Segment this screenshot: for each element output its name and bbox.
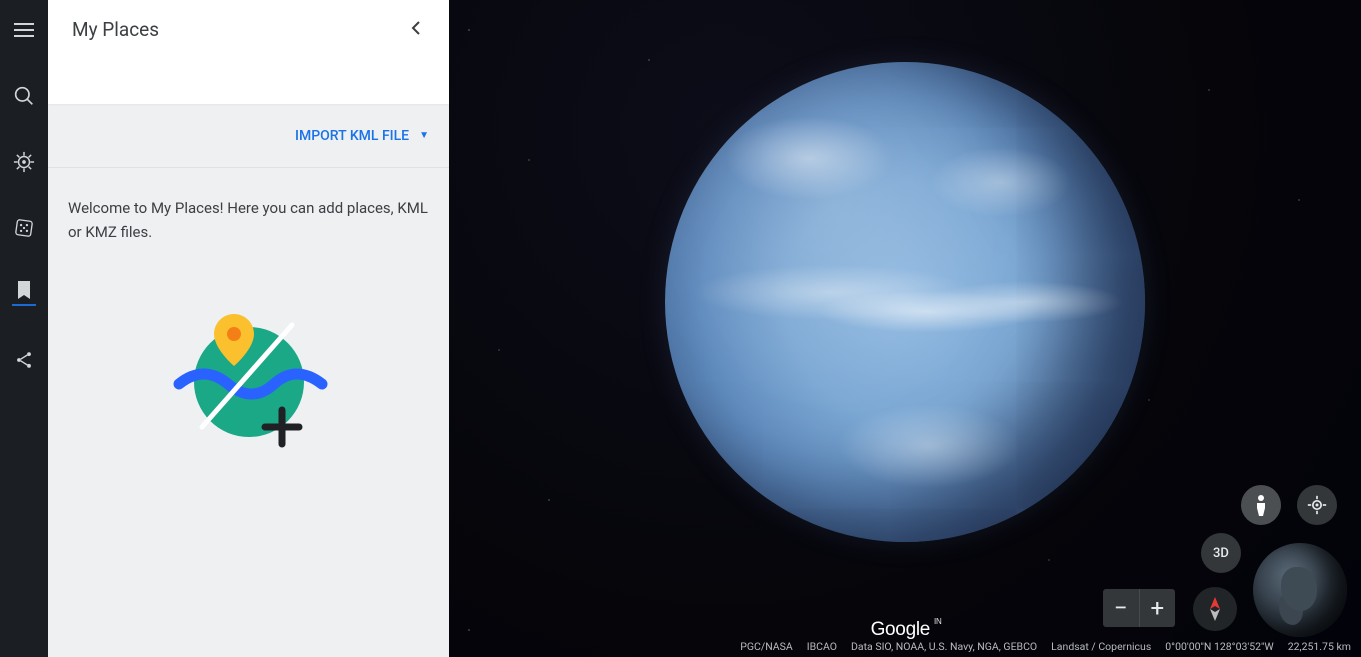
voyager-wheel-icon[interactable] [12, 150, 36, 174]
toggle-3d-label: 3D [1213, 546, 1229, 561]
overview-mini-globe[interactable] [1253, 543, 1347, 637]
attribution-ibcao: IBCAO [807, 640, 837, 653]
zoom-in-button[interactable]: + [1140, 589, 1176, 627]
panel-title: My Places [72, 18, 159, 41]
google-logo-text: Google [871, 619, 930, 641]
attribution-data: Data SIO, NOAA, U.S. Navy, NGA, GEBCO [851, 640, 1037, 653]
eye-altitude: 22,251.75 km [1288, 640, 1351, 653]
my-places-bookmark-icon[interactable] [12, 282, 36, 306]
zoom-control: − + [1103, 589, 1175, 627]
google-logo: Google IN [871, 619, 940, 641]
welcome-message: Welcome to My Places! Here you can add p… [48, 168, 449, 272]
empty-state-illustration [48, 272, 449, 462]
dropdown-triangle-icon: ▼ [419, 130, 429, 141]
pointer-coordinates: 0°00'00"N 128°03'52"W [1165, 640, 1273, 653]
map-viewport[interactable]: 3D − + Google IN PGC/NASA IBCAO Data SIO… [449, 0, 1361, 657]
menu-icon[interactable] [12, 18, 36, 42]
globe-earth[interactable] [665, 62, 1145, 542]
search-icon[interactable] [12, 84, 36, 108]
google-logo-region: IN [934, 617, 941, 626]
toggle-3d-button[interactable]: 3D [1201, 533, 1241, 573]
collapse-panel-chevron-icon[interactable] [407, 18, 425, 41]
share-icon[interactable] [12, 348, 36, 372]
zoom-out-button[interactable]: − [1103, 589, 1140, 627]
panel-header: My Places [48, 0, 449, 104]
attribution-imagery: Landsat / Copernicus [1051, 640, 1151, 653]
pegman-streetview-button[interactable] [1241, 485, 1281, 525]
import-kml-button[interactable]: IMPORT KML FILE ▼ [48, 104, 449, 168]
attribution-bar: PGC/NASA IBCAO Data SIO, NOAA, U.S. Navy… [740, 640, 1351, 653]
import-kml-label: IMPORT KML FILE [295, 128, 409, 144]
compass-button[interactable] [1193, 587, 1237, 631]
left-nav-rail [0, 0, 48, 657]
my-location-button[interactable] [1297, 485, 1337, 525]
feeling-lucky-dice-icon[interactable] [12, 216, 36, 240]
my-places-panel: My Places IMPORT KML FILE ▼ Welcome to M… [48, 0, 449, 657]
attribution-pgc: PGC/NASA [740, 640, 792, 653]
